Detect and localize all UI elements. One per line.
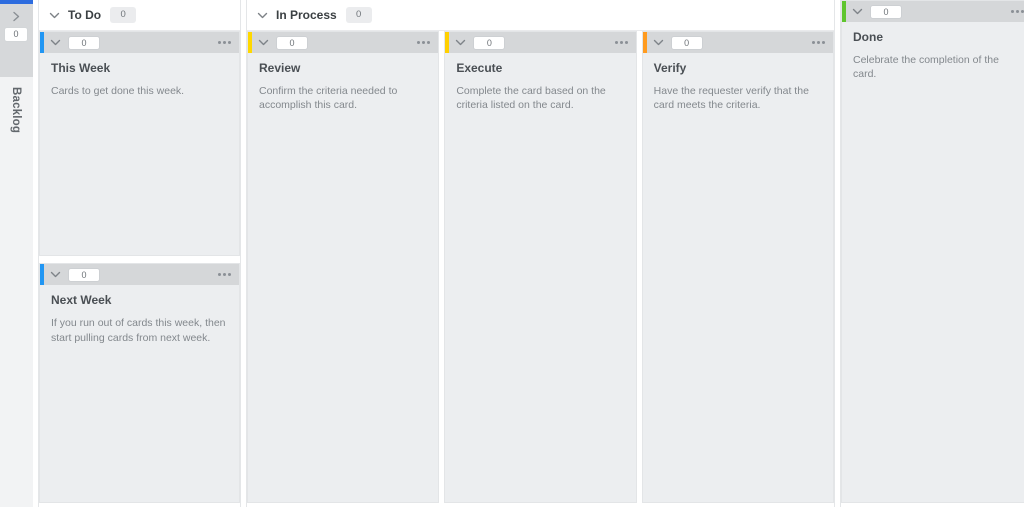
card-header-review[interactable]: 0: [248, 32, 439, 53]
card-header-verify[interactable]: 0: [642, 32, 833, 53]
card-title-execute: Execute: [456, 61, 503, 75]
group-count-in-process: 0: [345, 7, 372, 23]
board-columns: To Do 0 0 This Week Cards to get done this w…: [33, 0, 1024, 507]
lane-verify-lane: 0 Verify Have the requester verify that th…: [641, 31, 834, 507]
lane-execute-lane: 0 Execute Complete the card based on the c…: [444, 31, 637, 507]
backlog-rail-spacer: [0, 51, 33, 77]
card-accent-bar-blue: [40, 264, 44, 286]
backlog-count-badge: 0: [4, 27, 28, 42]
card-body-verify: Verify Have the requester verify that the…: [643, 53, 833, 502]
more-options-icon[interactable]: [614, 38, 629, 47]
card-count-badge-next-week: 0: [68, 267, 100, 282]
group-body-done: 0 Done Celebrate the completion of the car…: [841, 0, 1024, 507]
card-accent-bar-green: [842, 1, 846, 22]
card-description-this-week: Cards to get done this week.: [51, 85, 185, 97]
card-accent-bar-yellow: [248, 32, 252, 53]
card-accent-bar-orange: [642, 32, 647, 53]
kanban-board: 0 Backlog To Do 0 0 This Week Cards to get d…: [0, 0, 1024, 507]
card-body-review: Review Confirm the criteria needed to acc…: [248, 53, 438, 502]
card-title-next-week: Next Week: [51, 293, 112, 308]
card-this-week[interactable]: 0 This Week Cards to get done this week.: [39, 31, 240, 257]
card-count-badge-execute: 0: [473, 35, 506, 50]
card-description-next-week: If you run out of cards this week, then …: [51, 317, 226, 344]
card-header-this-week[interactable]: 0: [40, 32, 239, 53]
card-review[interactable]: 0 Review Confirm the criteria needed to ac…: [247, 31, 440, 503]
group-count-to-do: 0: [110, 7, 137, 23]
card-done[interactable]: 0 Done Celebrate the completion of the car…: [841, 0, 1024, 503]
card-header-execute[interactable]: 0: [445, 32, 636, 53]
card-description-execute: Complete the card based on the criteria …: [456, 85, 606, 112]
chevron-right-icon[interactable]: [8, 7, 24, 25]
chevron-down-icon[interactable]: [851, 5, 864, 18]
card-title-done: Done: [853, 30, 883, 44]
chevron-down-icon[interactable]: [454, 36, 467, 49]
card-description-review: Confirm the criteria needed to accomplis…: [259, 85, 398, 112]
more-options-icon[interactable]: [811, 38, 826, 47]
more-options-icon[interactable]: [217, 270, 232, 279]
card-next-week[interactable]: 0 Next Week If you run out of cards this w…: [39, 263, 240, 504]
backlog-rail[interactable]: 0 Backlog: [0, 0, 33, 507]
lane-review-lane: 0 Review Confirm the criteria needed to ac…: [247, 31, 440, 507]
card-title-verify: Verify: [653, 61, 687, 75]
card-body-done: Done Celebrate the completion of the card…: [842, 22, 1024, 502]
card-accent-bar-yellow: [445, 32, 450, 53]
card-accent-bar-blue: [40, 32, 44, 53]
chevron-down-icon[interactable]: [652, 36, 665, 49]
card-description-done: Celebrate the completion of the card.: [853, 54, 999, 81]
backlog-rail-header[interactable]: 0: [0, 4, 33, 51]
card-header-done[interactable]: 0: [842, 1, 1024, 22]
card-execute[interactable]: 0 Execute Complete the card based on the c…: [444, 31, 637, 503]
group-header-in-process[interactable]: In Process 0: [247, 0, 834, 31]
more-options-icon[interactable]: [217, 38, 232, 47]
card-body-next-week: Next Week If you run out of cards this we…: [40, 285, 239, 502]
card-count-badge-verify: 0: [670, 35, 703, 50]
more-options-icon[interactable]: [1010, 7, 1024, 16]
backlog-label-text: Backlog: [10, 87, 22, 134]
column-group-done: 0 Done Celebrate the completion of the car…: [840, 0, 1024, 507]
chevron-down-icon[interactable]: [257, 36, 270, 49]
chevron-down-icon[interactable]: [49, 36, 62, 49]
card-count-badge-done: 0: [870, 4, 902, 19]
more-options-icon[interactable]: [416, 38, 431, 47]
lane-to-do-lane: 0 This Week Cards to get done this week. 0 N…: [39, 31, 240, 507]
group-header-to-do[interactable]: To Do 0: [39, 0, 240, 31]
card-count-badge-review: 0: [276, 35, 308, 50]
lane-done-lane: 0 Done Celebrate the completion of the car…: [841, 0, 1024, 507]
column-group-in-process: In Process 0 0 Review Confirm the criteria n…: [246, 0, 835, 507]
column-group-to-do: To Do 0 0 This Week Cards to get done this w…: [38, 0, 241, 507]
group-body-to-do: 0 This Week Cards to get done this week. 0 N…: [39, 31, 240, 507]
card-title-this-week: This Week: [51, 61, 111, 75]
group-title-in-process: In Process: [276, 8, 337, 22]
card-verify[interactable]: 0 Verify Have the requester verify that th…: [641, 31, 834, 503]
card-description-verify: Have the requester verify that the card …: [653, 85, 809, 112]
backlog-rail-label[interactable]: Backlog: [0, 77, 33, 507]
chevron-down-icon[interactable]: [49, 268, 62, 281]
group-body-in-process: 0 Review Confirm the criteria needed to ac…: [247, 31, 834, 507]
chevron-down-icon[interactable]: [256, 9, 269, 22]
card-header-next-week[interactable]: 0: [40, 264, 239, 286]
group-title-to-do: To Do: [68, 8, 102, 22]
card-body-execute: Execute Complete the card based on the cr…: [445, 53, 635, 502]
card-body-this-week: This Week Cards to get done this week.: [40, 53, 239, 255]
card-count-badge-this-week: 0: [68, 35, 100, 50]
chevron-down-icon[interactable]: [48, 9, 61, 22]
card-title-review: Review: [259, 61, 301, 75]
